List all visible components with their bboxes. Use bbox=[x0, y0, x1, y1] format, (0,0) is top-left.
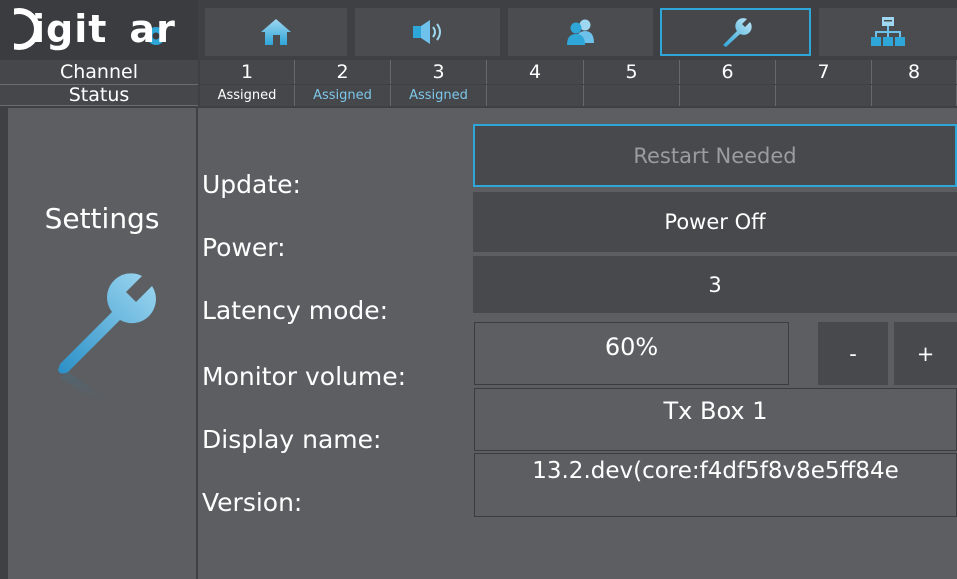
version-value: 13.2.dev(core:f4df5f8v8e5ff84e bbox=[474, 453, 957, 517]
side-title: Settings bbox=[44, 202, 160, 235]
volume-up-button[interactable]: + bbox=[894, 322, 957, 385]
label-monitor-volume: Monitor volume: bbox=[202, 362, 407, 391]
app-logo: igitar Digitear bbox=[0, 0, 198, 60]
label-update: Update: bbox=[202, 170, 301, 199]
label-version: Version: bbox=[202, 488, 303, 517]
tab-users[interactable] bbox=[508, 8, 653, 56]
channel-8[interactable]: 8 bbox=[872, 60, 957, 84]
channel-6[interactable]: 6 bbox=[680, 60, 776, 84]
channel-status-3: Assigned bbox=[391, 85, 487, 106]
label-display-name: Display name: bbox=[202, 425, 382, 454]
display-name-field[interactable]: Tx Box 1 bbox=[474, 388, 957, 451]
channel-1[interactable]: 1 bbox=[200, 60, 295, 84]
tab-settings[interactable] bbox=[660, 8, 811, 56]
wrench-icon bbox=[722, 18, 752, 47]
channel-status-2: Assigned bbox=[295, 85, 391, 106]
tab-network[interactable] bbox=[819, 8, 957, 56]
tab-home[interactable] bbox=[205, 8, 347, 56]
latency-mode-button[interactable]: 3 bbox=[473, 256, 957, 313]
users-icon bbox=[566, 19, 594, 45]
channel-5[interactable]: 5 bbox=[584, 60, 680, 84]
channel-4[interactable]: 4 bbox=[487, 60, 584, 84]
network-icon bbox=[871, 17, 905, 46]
channel-status-5 bbox=[584, 85, 680, 106]
channel-7[interactable]: 7 bbox=[776, 60, 872, 84]
restart-needed-button[interactable]: Restart Needed bbox=[473, 124, 957, 187]
channel-status-7 bbox=[776, 85, 872, 106]
channel-status-1: Assigned bbox=[200, 85, 295, 106]
channel-status-8 bbox=[872, 85, 957, 106]
channel-status-6 bbox=[680, 85, 776, 106]
volume-down-button[interactable]: - bbox=[818, 322, 888, 385]
monitor-volume-value: 60% bbox=[474, 322, 789, 385]
status-label: Status bbox=[0, 85, 198, 106]
speaker-icon bbox=[412, 20, 441, 44]
home-icon bbox=[261, 19, 291, 45]
channel-label: Channel bbox=[0, 60, 198, 85]
power-off-button[interactable]: Power Off bbox=[473, 192, 957, 252]
tab-audio[interactable] bbox=[355, 8, 500, 56]
label-latency-mode: Latency mode: bbox=[202, 296, 389, 325]
channel-2[interactable]: 2 bbox=[295, 60, 391, 84]
channel-3[interactable]: 3 bbox=[391, 60, 487, 84]
logo-text: igit ar bbox=[32, 7, 176, 51]
label-power: Power: bbox=[202, 233, 286, 262]
channel-status-4 bbox=[487, 85, 584, 106]
side-wrench-icon bbox=[50, 272, 160, 422]
